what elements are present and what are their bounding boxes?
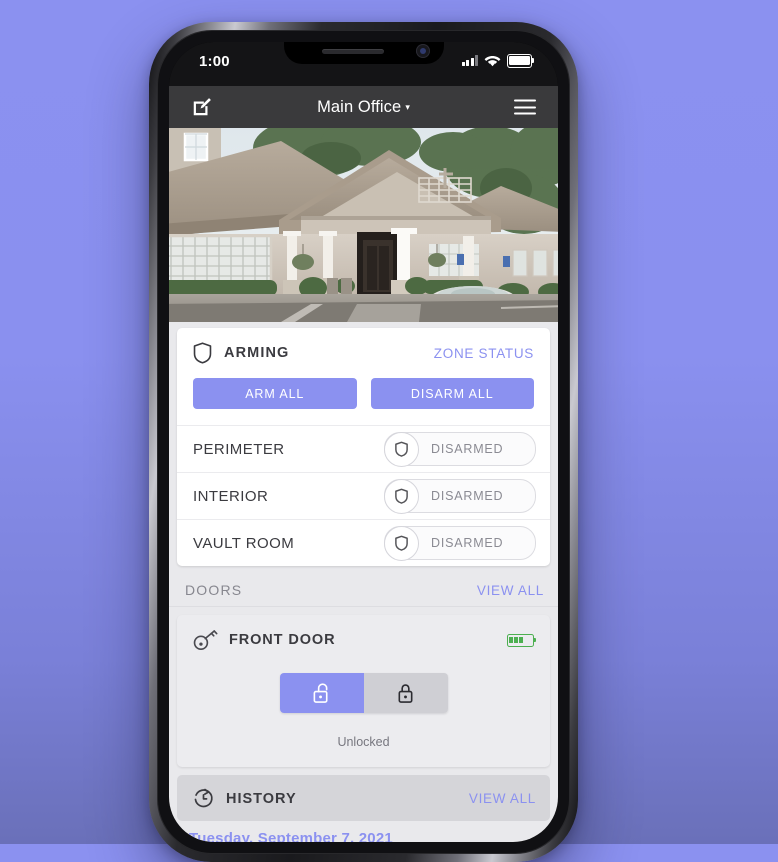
- history-clock-icon: [194, 788, 213, 808]
- zone-row-vault-room: VAULT ROOM DISARMED: [177, 519, 550, 566]
- unlock-open-icon: [313, 683, 328, 703]
- history-date: Tuesday, September 7, 2021: [189, 830, 393, 842]
- zone-row-interior: INTERIOR DISARMED: [177, 472, 550, 519]
- zone-toggle-vault-room[interactable]: DISARMED: [384, 526, 536, 561]
- front-camera: [415, 44, 430, 58]
- toggle-knob: [384, 526, 419, 561]
- arming-card-header: ARMING ZONE STATUS: [177, 328, 550, 374]
- zone-state: DISARMED: [431, 536, 504, 550]
- device-notch: [283, 42, 444, 64]
- lock-segmented-control-wrap: [193, 673, 534, 713]
- doors-section-header: DOORS VIEW ALL: [169, 566, 558, 607]
- arming-actions: ARM ALL DISARM ALL: [177, 374, 550, 425]
- battery-full-icon: [507, 54, 535, 68]
- earpiece-speaker: [321, 49, 384, 54]
- front-door-card: FRONT DOOR Unlocked: [177, 615, 550, 767]
- shield-icon: [395, 535, 408, 551]
- key-icon: [193, 630, 218, 650]
- zone-name: INTERIOR: [193, 487, 269, 505]
- zone-name: PERIMETER: [193, 440, 285, 458]
- zone-name: VAULT ROOM: [193, 534, 295, 552]
- front-door-name: FRONT DOOR: [229, 632, 336, 648]
- lock-segment-button[interactable]: [363, 673, 448, 713]
- compose-edit-icon[interactable]: [191, 96, 213, 118]
- wifi-icon: [484, 55, 501, 66]
- doors-view-all-link[interactable]: VIEW ALL: [477, 583, 544, 598]
- zone-row-perimeter: PERIMETER DISARMED: [177, 425, 550, 472]
- lock-segmented-control: [279, 673, 448, 713]
- phone-screen: 1:00 Main Office ▾ ARMING ZONE STATUS AR…: [169, 42, 558, 842]
- chevron-down-icon: ▾: [405, 101, 410, 112]
- zone-state: DISARMED: [431, 442, 504, 456]
- front-door-status: Unlocked: [337, 735, 390, 749]
- history-view-all-link[interactable]: VIEW ALL: [469, 791, 536, 806]
- hamburger-menu-icon[interactable]: [514, 99, 536, 115]
- app-content: ARMING ZONE STATUS ARM ALL DISARM ALL PE…: [169, 128, 558, 842]
- app-nav-bar: Main Office ▾: [169, 86, 558, 128]
- arming-card: ARMING ZONE STATUS ARM ALL DISARM ALL PE…: [177, 328, 550, 566]
- battery-icon: [506, 633, 537, 647]
- phone-bezel: 1:00 Main Office ▾ ARMING ZONE STATUS AR…: [157, 30, 570, 854]
- history-card: HISTORY VIEW ALL: [177, 775, 550, 821]
- status-bar: 1:00: [169, 42, 558, 86]
- status-bar-time: 1:00: [199, 53, 230, 70]
- zone-status-link[interactable]: ZONE STATUS: [434, 346, 534, 361]
- disarm-all-button[interactable]: DISARM ALL: [370, 378, 534, 409]
- unlock-segment-button[interactable]: [279, 673, 364, 713]
- arming-title: ARMING: [224, 345, 290, 361]
- zone-toggle-interior[interactable]: DISARMED: [384, 479, 536, 514]
- arm-all-button[interactable]: ARM ALL: [193, 378, 357, 409]
- shield-icon: [395, 488, 408, 504]
- toggle-knob: [384, 479, 419, 514]
- page-title-text: Main Office: [317, 97, 402, 116]
- page-title[interactable]: Main Office ▾: [169, 98, 558, 117]
- lock-closed-icon: [398, 684, 413, 703]
- toggle-knob: [384, 432, 419, 467]
- cellular-signal-icon: [461, 55, 478, 67]
- zone-state: DISARMED: [431, 489, 504, 503]
- status-bar-indicators: [461, 54, 535, 68]
- zone-toggle-perimeter[interactable]: DISARMED: [384, 432, 536, 467]
- doors-section-title: DOORS: [185, 582, 243, 598]
- front-door-header: FRONT DOOR: [193, 629, 537, 651]
- shield-icon: [193, 342, 212, 364]
- history-title: HISTORY: [226, 790, 297, 807]
- shield-icon: [395, 441, 408, 457]
- building-illustration: [169, 128, 558, 322]
- screenshot-stage: 1:00 Main Office ▾ ARMING ZONE STATUS AR…: [0, 0, 778, 862]
- phone-device-frame: 1:00 Main Office ▾ ARMING ZONE STATUS AR…: [149, 22, 578, 862]
- main-office-building-photo: [169, 128, 558, 322]
